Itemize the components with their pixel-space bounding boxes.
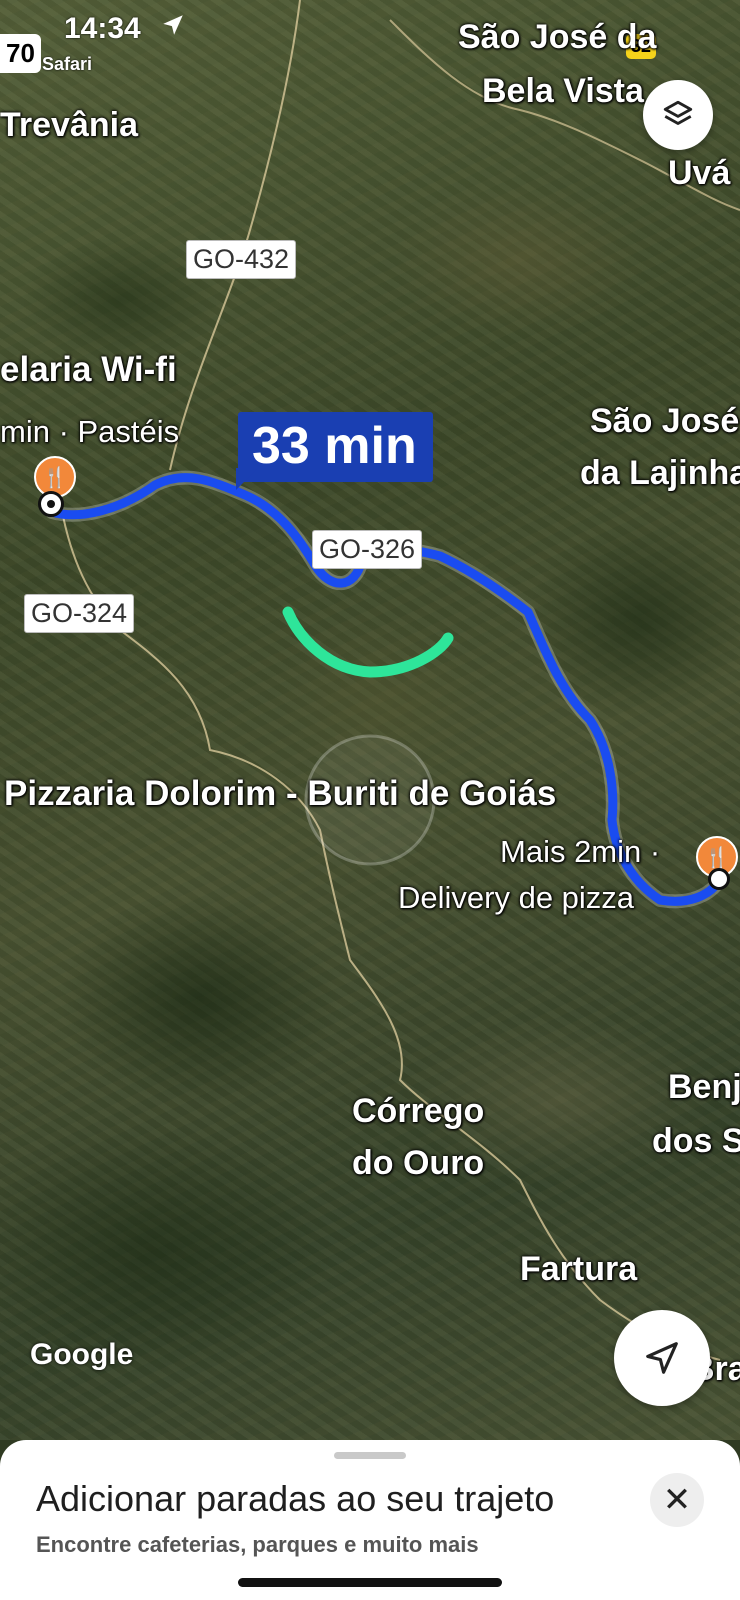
city-label: São José da <box>458 18 657 56</box>
poi-detail-pastelaria: min · Pastéis <box>0 414 180 449</box>
city-label: do Ouro <box>352 1144 485 1182</box>
road-label-go432: GO-432 <box>186 240 297 279</box>
back-badge[interactable]: 70 <box>0 34 41 73</box>
road-label-go324: GO-324 <box>24 594 135 633</box>
locate-button[interactable] <box>614 1310 710 1406</box>
home-indicator[interactable] <box>238 1578 502 1587</box>
poi-name-pastelaria[interactable]: elaria Wi-fi <box>0 351 177 389</box>
city-label: da Lajinha <box>580 454 740 492</box>
route-origin-dot[interactable] <box>38 491 64 517</box>
layers-icon <box>663 100 693 125</box>
city-label: Trevânia <box>0 106 138 144</box>
sheet-subtitle: Encontre cafeterias, parques e muito mai… <box>36 1532 479 1557</box>
sheet-grabber[interactable] <box>334 1452 406 1459</box>
close-icon: ✕ <box>662 1481 692 1519</box>
location-arrow-icon <box>160 12 186 43</box>
city-label: Uvá <box>668 154 731 192</box>
city-label: Benj <box>668 1068 740 1106</box>
satellite-map[interactable]: 70 14:34 Safari 32 São José da Bela Vist… <box>0 0 740 1440</box>
route-duration-callout[interactable]: 33 min <box>238 412 433 482</box>
city-label: dos S <box>652 1122 740 1160</box>
poi-name-pizzaria[interactable]: Pizzaria Dolorim - Buriti de Goiás <box>4 775 556 813</box>
sheet-title: Adicionar paradas ao seu trajeto <box>36 1478 555 1519</box>
map-overlay <box>45 0 740 1361</box>
route-duration-pointer <box>236 468 258 490</box>
poi-detail-pizzaria: Mais 2min · <box>500 834 661 869</box>
add-stops-sheet[interactable]: Adicionar paradas ao seu trajeto Encontr… <box>0 1440 740 1600</box>
city-label: Fartura <box>520 1250 638 1288</box>
gesture-stroke <box>282 606 454 678</box>
route-destination-dot[interactable] <box>708 868 730 890</box>
minor-road-south <box>59 499 721 1361</box>
city-label: Bela Vista <box>482 72 644 110</box>
road-label-go326: GO-326 <box>312 530 423 569</box>
close-button[interactable]: ✕ <box>650 1473 704 1527</box>
google-attribution: Google <box>30 1338 134 1371</box>
city-label: São José <box>590 402 740 440</box>
back-to-app[interactable]: Safari <box>42 54 92 75</box>
minor-road-north <box>169 0 301 471</box>
navigation-arrow-icon <box>646 1342 678 1374</box>
status-time: 14:34 <box>64 12 141 45</box>
city-label: Córrego <box>352 1092 485 1130</box>
layers-button[interactable] <box>643 80 713 150</box>
poi-detail-pizzaria: Delivery de pizza <box>398 880 635 915</box>
